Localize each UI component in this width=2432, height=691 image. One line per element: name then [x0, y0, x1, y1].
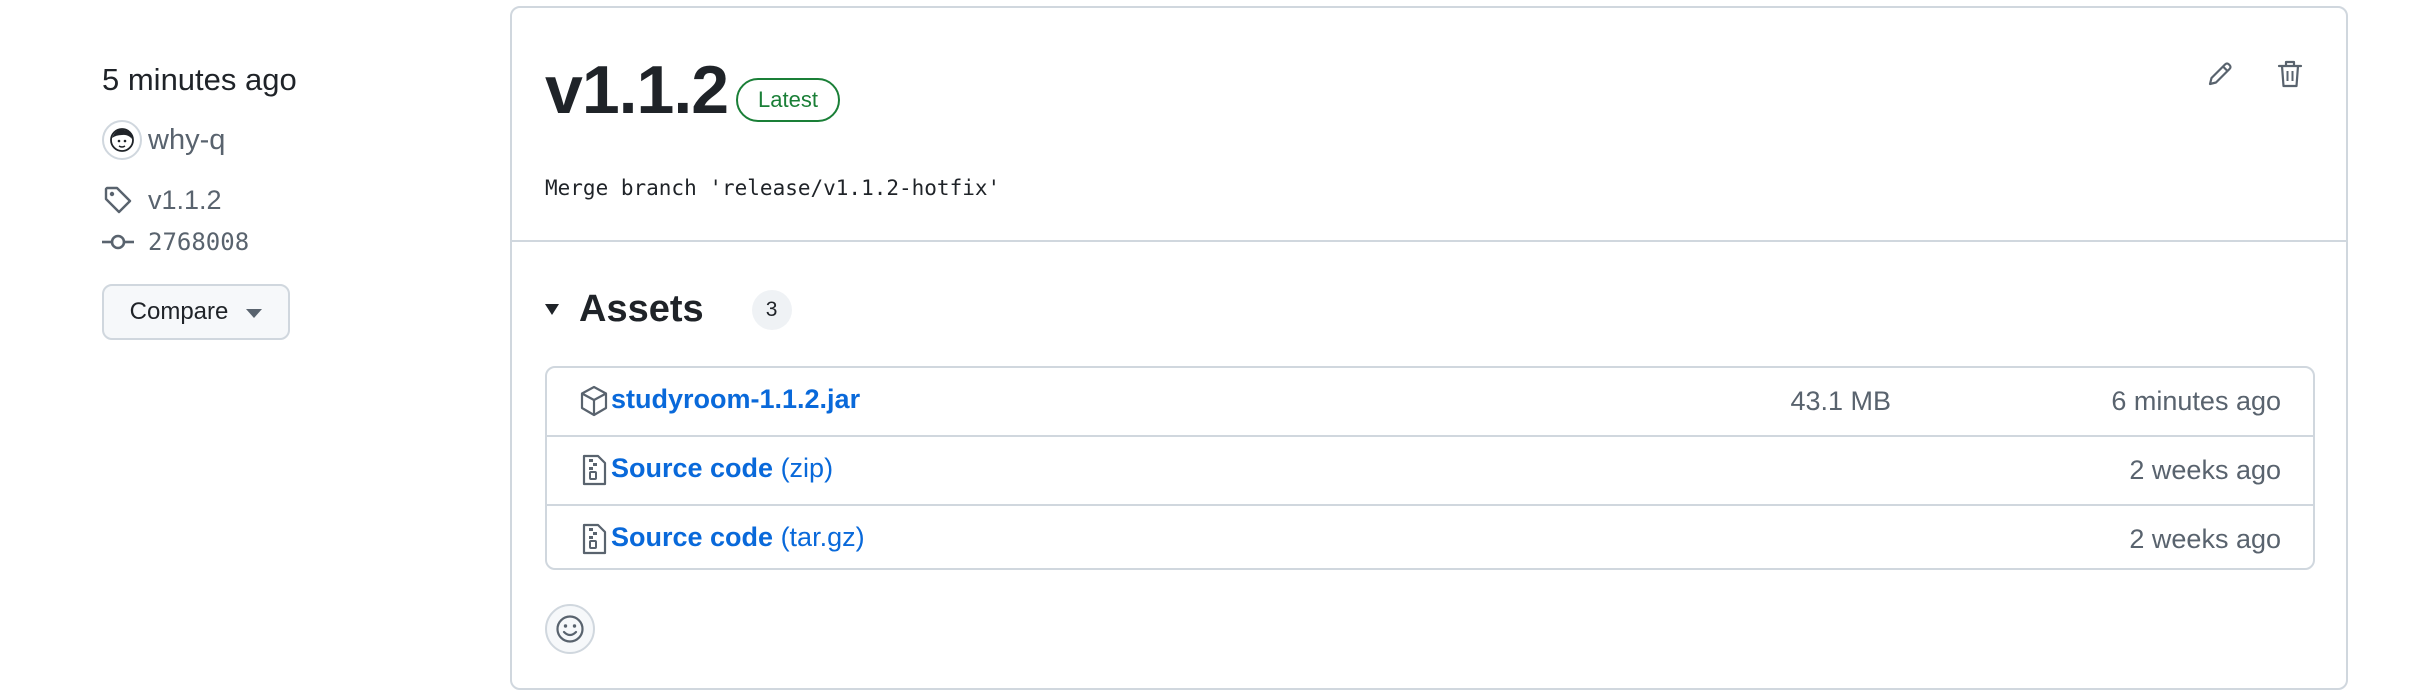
compare-button[interactable]: Compare — [102, 284, 290, 340]
trash-icon — [2277, 60, 2303, 88]
asset-date: 2 weeks ago — [2129, 524, 2281, 554]
asset-size: 43.1 MB — [1790, 386, 1891, 416]
release-title[interactable]: v1.1.2 — [545, 56, 729, 124]
asset-name: Source code — [611, 453, 774, 483]
tag-name[interactable]: v1.1.2 — [148, 185, 222, 216]
asset-row: Source code (tar.gz) 2 weeks ago — [547, 506, 2313, 573]
author[interactable]: why-q — [102, 120, 225, 160]
avatar[interactable] — [102, 120, 142, 160]
asset-link[interactable]: studyroom-1.1.2.jar — [611, 384, 860, 415]
avatar-face-icon — [110, 128, 134, 152]
triangle-down-icon — [545, 304, 559, 315]
asset-suffix: (zip) — [773, 453, 834, 483]
asset-name: Source code — [611, 522, 774, 552]
asset-date: 6 minutes ago — [2111, 386, 2281, 416]
assets-toggle[interactable]: Assets 3 — [545, 288, 792, 331]
asset-link[interactable]: Source code (zip) — [611, 453, 833, 484]
asset-list: studyroom-1.1.2.jar 43.1 MB 6 minutes ag… — [545, 366, 2315, 570]
asset-link[interactable]: Source code (tar.gz) — [611, 522, 865, 553]
asset-row: Source code (zip) 2 weeks ago — [547, 437, 2313, 506]
tag-icon — [104, 186, 132, 214]
release-body: Merge branch 'release/v1.1.2-hotfix' — [545, 176, 1001, 200]
commit-row[interactable]: 2768008 — [102, 228, 249, 256]
assets-count-badge: 3 — [751, 289, 792, 330]
add-reaction-button[interactable] — [545, 604, 595, 654]
package-icon — [580, 385, 608, 417]
release-time: 5 minutes ago — [102, 62, 297, 97]
tag-row[interactable]: v1.1.2 — [102, 184, 222, 216]
asset-name: studyroom-1.1.2.jar — [611, 384, 861, 414]
pencil-icon — [2208, 62, 2232, 86]
release-header: v1.1.2 Latest Merge branch 'release/v1.1… — [512, 8, 2346, 242]
commit-icon — [102, 234, 134, 250]
asset-suffix: (tar.gz) — [773, 522, 865, 552]
smiley-icon — [556, 615, 584, 643]
delete-button[interactable] — [2268, 52, 2312, 96]
commit-sha[interactable]: 2768008 — [148, 228, 249, 256]
file-zip-icon — [582, 454, 607, 486]
latest-badge: Latest — [736, 78, 840, 122]
compare-button-label: Compare — [129, 298, 229, 325]
assets-title[interactable]: Assets — [579, 288, 704, 331]
edit-button[interactable] — [2198, 52, 2242, 96]
author-name[interactable]: why-q — [148, 124, 225, 157]
chevron-down-icon — [246, 308, 263, 318]
asset-row: studyroom-1.1.2.jar 43.1 MB 6 minutes ag… — [547, 368, 2313, 437]
release-card: v1.1.2 Latest Merge branch 'release/v1.1… — [510, 6, 2348, 690]
asset-date: 2 weeks ago — [2129, 455, 2281, 485]
file-zip-icon — [582, 523, 607, 555]
